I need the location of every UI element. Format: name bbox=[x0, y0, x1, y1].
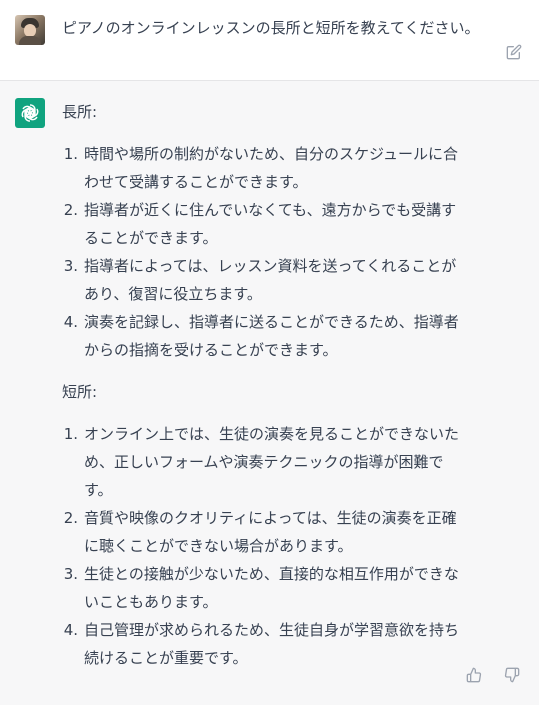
openai-logo-icon bbox=[19, 103, 41, 123]
list-item: 3. 指導者によっては、レッスン資料を送ってくれることがあり、復習に役立ちます。 bbox=[62, 252, 462, 308]
list-number: 1. bbox=[63, 425, 78, 443]
list-item: 2. 音質や映像のクオリティによっては、生徒の演奏を正確に聴くことができない場合が… bbox=[62, 504, 462, 560]
assistant-answer: 長所: 1. 時間や場所の制約がないため、自分のスケジュールに合わせて受講すること… bbox=[62, 98, 462, 672]
list-item-text: 生徒との接触が少ないため、直接的な相互作用ができないこともあります。 bbox=[84, 565, 459, 611]
cons-heading: 短所: bbox=[62, 383, 98, 401]
list-number: 2. bbox=[63, 509, 78, 527]
user-avatar bbox=[15, 15, 45, 45]
list-item-text: 時間や場所の制約がないため、自分のスケジュールに合わせて受講することができます。 bbox=[84, 145, 458, 191]
list-item-text: 自己管理が求められるため、生徒自身が学習意欲を持ち続けることが重要です。 bbox=[84, 621, 460, 667]
list-number: 4. bbox=[63, 621, 78, 639]
list-item: 2. 指導者が近くに住んでいなくても、遠方からでも受講することができます。 bbox=[62, 196, 462, 252]
cons-list: 1. オンライン上では、生徒の演奏を見ることができないため、正しいフォームや演奏テ… bbox=[62, 420, 462, 672]
list-number: 3. bbox=[63, 565, 78, 583]
list-number: 1. bbox=[63, 145, 78, 163]
list-item: 1. オンライン上では、生徒の演奏を見ることができないため、正しいフォームや演奏テ… bbox=[62, 420, 462, 504]
pros-heading: 長所: bbox=[62, 103, 98, 121]
list-item-text: 音質や映像のクオリティによっては、生徒の演奏を正確に聴くことができない場合があり… bbox=[84, 509, 457, 555]
assistant-message-row: 長所: 1. 時間や場所の制約がないため、自分のスケジュールに合わせて受講すること… bbox=[0, 81, 539, 705]
list-number: 3. bbox=[63, 257, 78, 275]
list-item-text: 指導者によっては、レッスン資料を送ってくれることがあり、復習に役立ちます。 bbox=[84, 257, 457, 303]
assistant-avatar bbox=[15, 98, 45, 128]
list-item-text: オンライン上では、生徒の演奏を見ることができないため、正しいフォームや演奏テクニ… bbox=[84, 425, 460, 499]
thumbs-up-icon[interactable] bbox=[466, 667, 482, 683]
user-message-row: ピアノのオンラインレッスンの長所と短所を教えてください。 bbox=[0, 0, 539, 81]
list-number: 2. bbox=[63, 201, 78, 219]
list-item: 1. 時間や場所の制約がないため、自分のスケジュールに合わせて受講することができま… bbox=[62, 140, 462, 196]
list-item: 4. 演奏を記録し、指導者に送ることができるため、指導者からの指摘を受けることがで… bbox=[62, 308, 462, 364]
feedback-buttons bbox=[466, 667, 520, 683]
thumbs-down-icon[interactable] bbox=[504, 667, 520, 683]
pros-list: 1. 時間や場所の制約がないため、自分のスケジュールに合わせて受講することができま… bbox=[62, 140, 462, 364]
list-item-text: 演奏を記録し、指導者に送ることができるため、指導者からの指摘を受けることができま… bbox=[84, 313, 459, 359]
list-item: 3. 生徒との接触が少ないため、直接的な相互作用ができないこともあります。 bbox=[62, 560, 462, 616]
list-item-text: 指導者が近くに住んでいなくても、遠方からでも受講することができます。 bbox=[84, 201, 457, 247]
user-message-text: ピアノのオンラインレッスンの長所と短所を教えてください。 bbox=[62, 19, 480, 37]
list-item: 4. 自己管理が求められるため、生徒自身が学習意欲を持ち続けることが重要です。 bbox=[62, 616, 462, 672]
edit-icon[interactable] bbox=[506, 44, 522, 60]
list-number: 4. bbox=[63, 313, 78, 331]
